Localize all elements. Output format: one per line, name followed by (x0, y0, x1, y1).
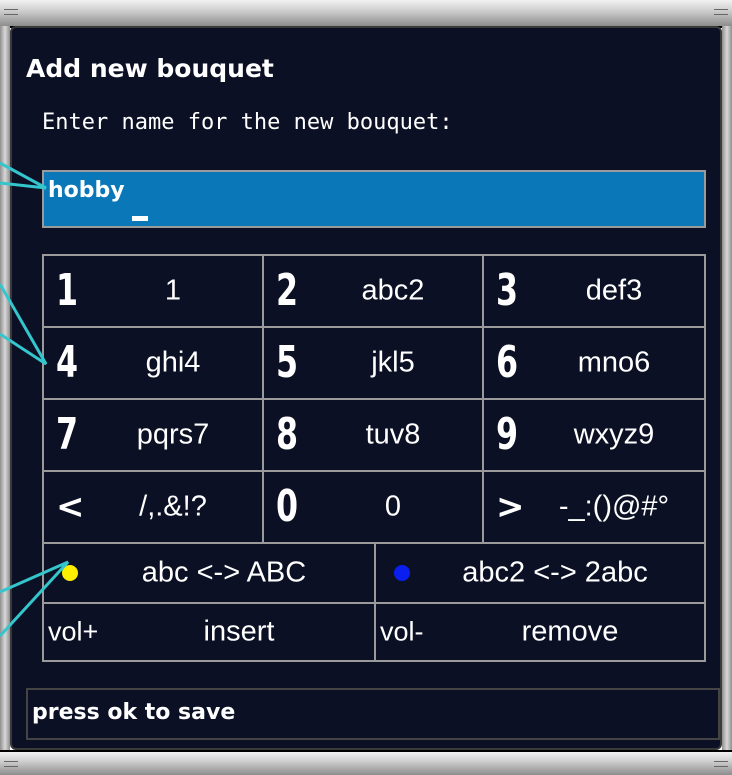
key-0[interactable]: 0 0 (264, 472, 484, 544)
key-3[interactable]: 3 def3 (484, 256, 704, 328)
key-0-chars: 0 (384, 490, 402, 523)
bouquet-name-input[interactable]: hobby (42, 170, 706, 228)
key-6[interactable]: 6 mno6 (484, 328, 704, 400)
key-8-chars: tuv8 (365, 418, 421, 451)
bouquet-name-value: hobby (48, 178, 125, 203)
dialog-title: Add new bouquet (26, 54, 274, 83)
key-6-chars: mno6 (577, 346, 651, 379)
key-9-chars: wxyz9 (573, 418, 655, 451)
add-bouquet-dialog: Add new bouquet Enter name for the new b… (10, 26, 722, 750)
yellow-button-label: abc <-> ABC (141, 556, 307, 589)
vol-plus-insert-button[interactable]: vol+ insert (44, 604, 376, 660)
yellow-toggle-case-button[interactable]: abc <-> ABC (44, 544, 376, 604)
window-top-bar (0, 0, 732, 28)
text-cursor (132, 216, 148, 221)
key-9[interactable]: 9 wxyz9 (484, 400, 704, 472)
key-4-chars: ghi4 (145, 346, 201, 379)
key-left-chars: /,.&!? (139, 490, 207, 523)
key-left[interactable]: < /,.&!? (44, 472, 264, 544)
key-2[interactable]: 2 abc2 (264, 256, 484, 328)
key-7[interactable]: 7 pqrs7 (44, 400, 264, 472)
key-3-chars: def3 (585, 274, 643, 307)
key-right-chars: -_:()@#° (558, 490, 670, 523)
window-left-edge (0, 26, 10, 750)
blue-button-label: abc2 <-> 2abc (462, 556, 648, 589)
window-right-edge (722, 26, 732, 750)
key-right[interactable]: > -_:()@#° (484, 472, 704, 544)
blue-toggle-order-button[interactable]: abc2 <-> 2abc (376, 544, 704, 604)
window-bottom-bar (0, 750, 732, 775)
key-8[interactable]: 8 tuv8 (264, 400, 484, 472)
virtual-keypad: 1 1 2 abc2 3 def3 4 ghi4 5 jkl5 6 mno6 7… (42, 254, 706, 662)
key-5-chars: jkl5 (371, 346, 415, 379)
remove-label: remove (521, 615, 619, 648)
status-bar: press ok to save (26, 688, 720, 740)
key-1-chars: 1 (164, 274, 182, 307)
key-1[interactable]: 1 1 (44, 256, 264, 328)
key-5[interactable]: 5 jkl5 (264, 328, 484, 400)
key-4[interactable]: 4 ghi4 (44, 328, 264, 400)
key-2-chars: abc2 (361, 274, 425, 307)
insert-label: insert (203, 615, 275, 648)
name-prompt: Enter name for the new bouquet: (42, 110, 453, 135)
key-7-chars: pqrs7 (136, 418, 210, 451)
vol-minus-remove-button[interactable]: vol- remove (376, 604, 704, 660)
